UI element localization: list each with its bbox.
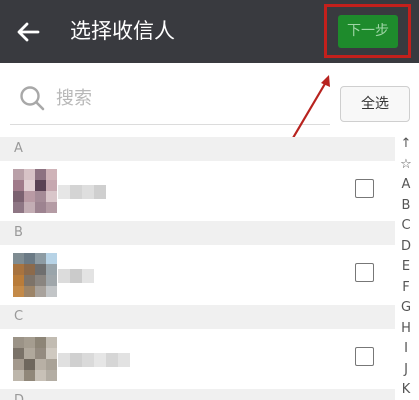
section-header-b: B xyxy=(0,221,395,245)
index-item-e[interactable]: E xyxy=(396,257,416,278)
search-icon xyxy=(20,86,45,111)
avatar xyxy=(13,169,57,213)
page-title: 选择收信人 xyxy=(70,19,175,43)
index-item-j[interactable]: J xyxy=(396,360,416,381)
top-bar: 选择收信人 下一步 xyxy=(0,0,419,63)
index-item-g[interactable]: G xyxy=(396,298,416,319)
section-header-a: A xyxy=(0,137,395,161)
index-item-top[interactable]: ↑ xyxy=(396,134,416,155)
section-header-d: D xyxy=(0,389,395,400)
avatar xyxy=(13,253,57,297)
index-item-c[interactable]: C xyxy=(396,216,416,237)
back-arrow-icon[interactable] xyxy=(14,18,42,46)
contact-name-blurred xyxy=(58,269,94,283)
index-item-d[interactable]: D xyxy=(396,237,416,258)
list-item[interactable] xyxy=(0,245,395,305)
index-item-i[interactable]: I xyxy=(396,339,416,360)
index-item-a[interactable]: A xyxy=(396,175,416,196)
contact-name-blurred xyxy=(58,353,130,367)
next-step-button[interactable]: 下一步 xyxy=(338,15,398,48)
contact-name-blurred xyxy=(58,185,106,199)
index-item-h[interactable]: H xyxy=(396,319,416,340)
select-checkbox[interactable] xyxy=(355,179,374,198)
list-item[interactable] xyxy=(0,329,395,389)
select-checkbox[interactable] xyxy=(355,263,374,282)
search-input[interactable]: 搜索 xyxy=(56,86,92,112)
select-all-button[interactable]: 全选 xyxy=(340,86,410,122)
select-checkbox[interactable] xyxy=(355,347,374,366)
list-item[interactable] xyxy=(0,161,395,221)
index-item-b[interactable]: B xyxy=(396,196,416,217)
index-item-f[interactable]: F xyxy=(396,278,416,299)
index-item-k[interactable]: K xyxy=(396,380,416,400)
index-item-star[interactable]: ☆ xyxy=(396,155,416,176)
section-header-c: C xyxy=(0,305,395,329)
alphabet-index[interactable]: ↑ ☆ A B C D E F G H I J K xyxy=(396,134,416,400)
avatar xyxy=(13,337,57,381)
